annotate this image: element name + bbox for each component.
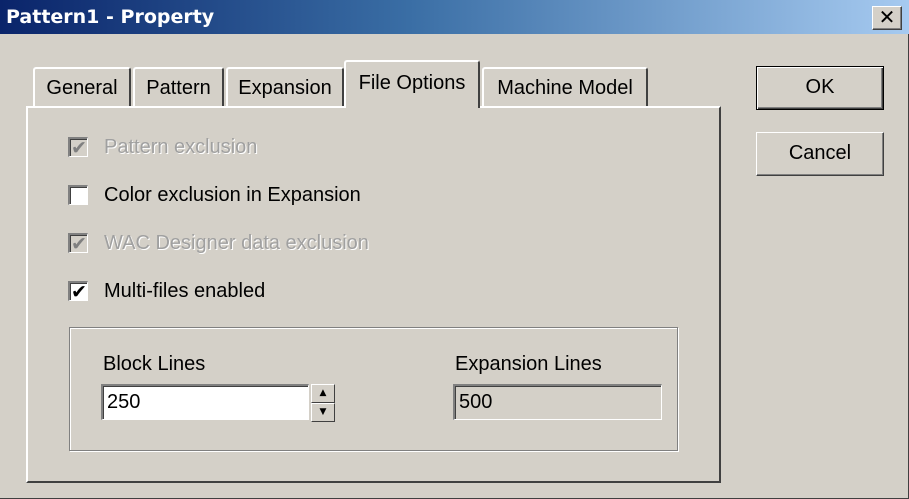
block-lines-label: Block Lines — [103, 353, 206, 375]
block-lines-value: 250 — [107, 391, 141, 413]
ok-button[interactable]: OK — [756, 66, 884, 110]
pattern-exclusion-box: ✔ — [68, 137, 88, 159]
check-icon: ✔ — [71, 233, 87, 255]
color-exclusion-box — [68, 185, 88, 205]
spin-up-button[interactable]: ▲ — [311, 384, 335, 403]
tab-machine-model[interactable]: Machine Model — [482, 67, 648, 106]
tab-expansion-label: Expansion — [238, 77, 332, 99]
tab-general[interactable]: General — [33, 67, 131, 106]
close-icon: ✕ — [878, 5, 896, 29]
block-lines-spinner[interactable]: ▲ ▼ — [311, 384, 335, 422]
close-button[interactable]: ✕ — [872, 6, 902, 30]
property-dialog: Pattern1 - Property ✕ General Pattern Ex… — [0, 0, 909, 499]
tab-general-label: General — [46, 77, 118, 99]
expansion-lines-value: 500 — [459, 391, 493, 413]
tab-pattern-label: Pattern — [146, 77, 211, 99]
cancel-button[interactable]: Cancel — [756, 132, 884, 176]
check-icon: ✔ — [71, 137, 87, 159]
color-exclusion-label: Color exclusion in Expansion — [104, 184, 361, 206]
expansion-lines-field: 500 — [453, 384, 662, 420]
tab-file-options[interactable]: File Options — [344, 60, 480, 108]
spin-up-icon: ▲ — [319, 388, 327, 398]
ok-button-label: OK — [805, 76, 835, 98]
tab-pattern[interactable]: Pattern — [133, 67, 224, 106]
cancel-button-label: Cancel — [788, 142, 852, 164]
tab-file-options-label: File Options — [358, 72, 466, 94]
wac-designer-exclusion-label: WAC Designer data exclusion — [104, 232, 369, 254]
tab-expansion[interactable]: Expansion — [226, 67, 344, 106]
wac-designer-exclusion-box: ✔ — [68, 233, 88, 255]
pattern-exclusion-label: Pattern exclusion — [104, 136, 258, 158]
check-icon: ✔ — [71, 281, 87, 303]
block-lines-input[interactable]: 250 — [101, 384, 309, 420]
title-bar[interactable]: Pattern1 - Property ✕ — [0, 0, 909, 34]
multi-files-label: Multi-files enabled — [104, 280, 266, 302]
tab-machine-model-label: Machine Model — [497, 77, 633, 99]
multi-files-box: ✔ — [68, 281, 88, 303]
spin-down-icon: ▼ — [319, 407, 327, 417]
window-title: Pattern1 - Property — [6, 6, 215, 28]
expansion-lines-label: Expansion Lines — [455, 353, 602, 375]
spin-down-button[interactable]: ▼ — [311, 403, 335, 422]
